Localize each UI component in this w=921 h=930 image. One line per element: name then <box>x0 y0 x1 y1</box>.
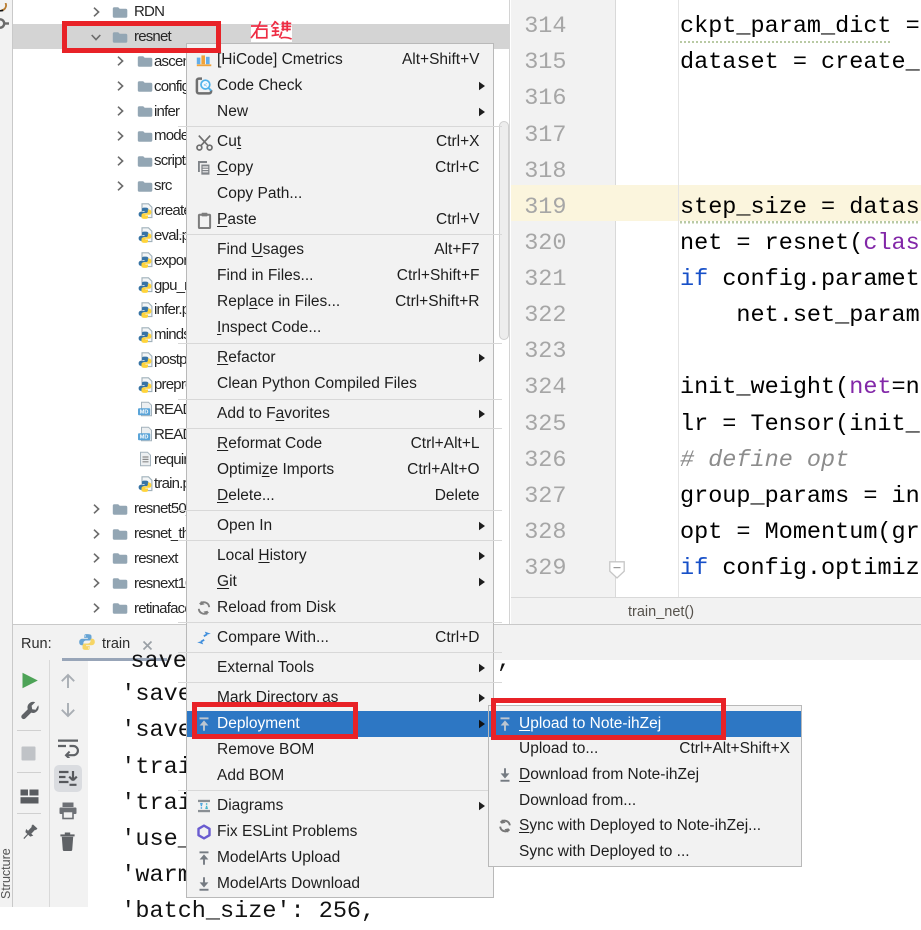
svg-text:<: < <box>204 82 208 89</box>
svg-text:MD: MD <box>140 435 149 441</box>
svg-text:MD: MD <box>140 410 149 416</box>
